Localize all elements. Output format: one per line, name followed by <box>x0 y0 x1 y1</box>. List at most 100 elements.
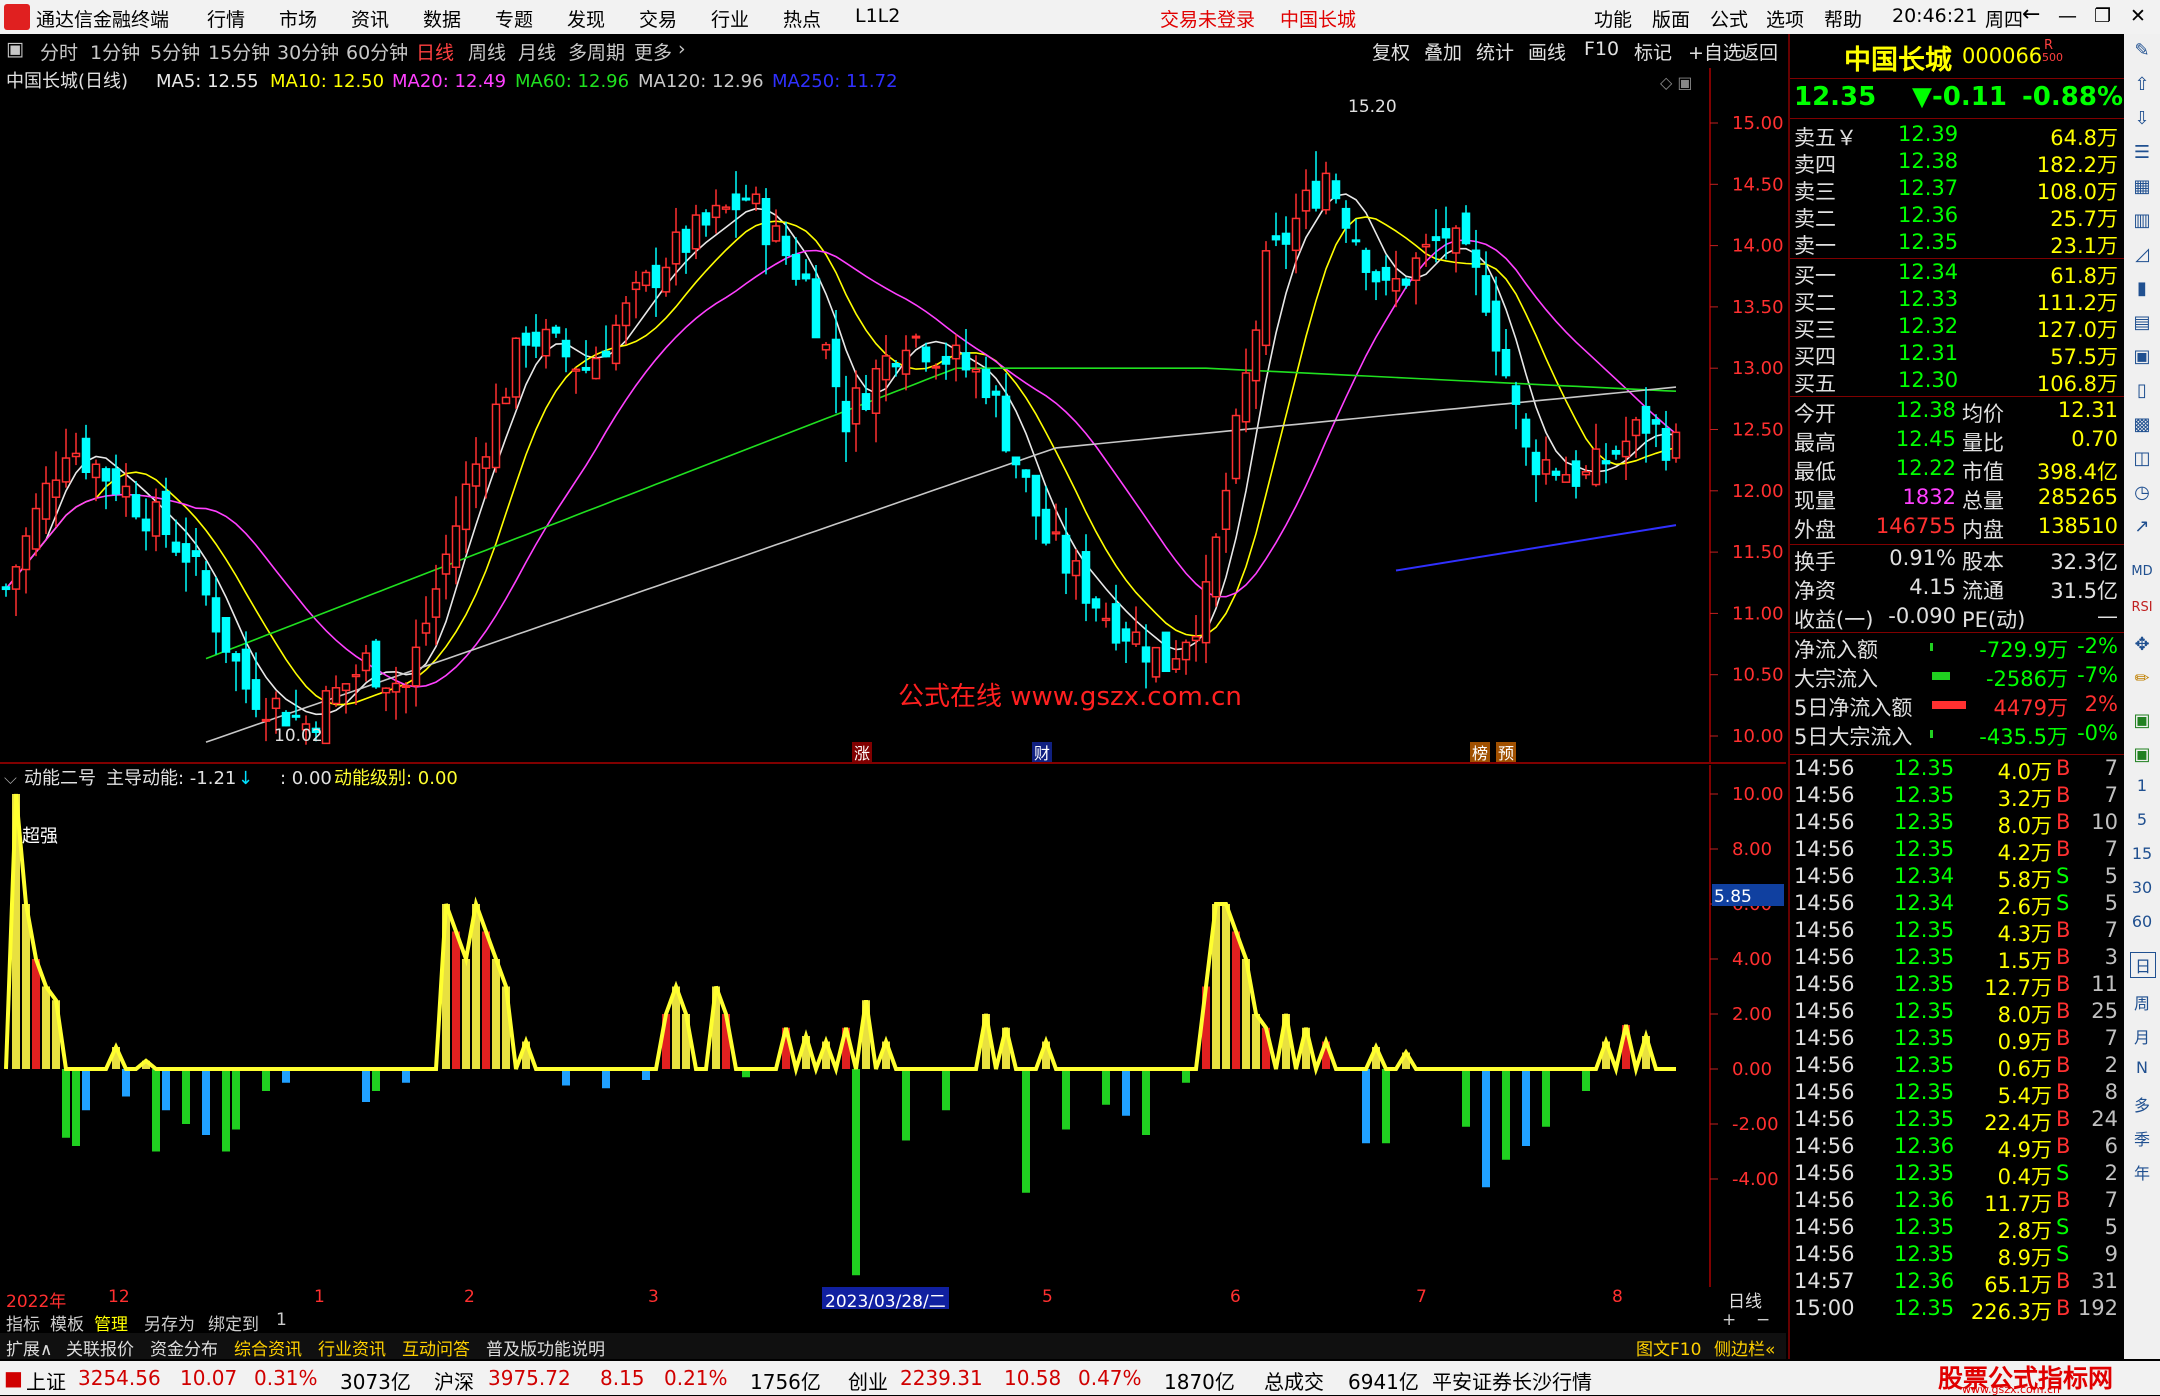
tab-1[interactable]: 1 <box>276 1310 287 1330</box>
period-weekly[interactable]: 周线 <box>468 38 506 65</box>
calc-icon[interactable]: ▩ <box>2130 414 2154 438</box>
back-icon[interactable]: ← <box>2022 2 2040 27</box>
period-year-button[interactable]: 年 <box>2130 1160 2154 1184</box>
f10-icon[interactable]: ▣ <box>2130 346 2154 370</box>
down-icon[interactable]: ⇩ <box>2130 108 2154 132</box>
minimize-icon[interactable]: — <box>2058 5 2077 27</box>
rsi-icon[interactable]: RSI <box>2130 600 2154 624</box>
tool-fuquan[interactable]: 复权 <box>1372 38 1410 65</box>
tab-pujiban[interactable]: 普及版功能说明 <box>486 1335 605 1360</box>
bar-chart-icon[interactable]: ▥ <box>2130 210 2154 234</box>
hs-name[interactable]: 沪深 <box>434 1366 474 1395</box>
menu-redian[interactable]: 热点 <box>783 5 821 32</box>
menu-hangye[interactable]: 行业 <box>711 5 749 32</box>
broker-name[interactable]: 平安证券长沙行情 <box>1432 1366 1592 1395</box>
chevron-right-icon[interactable]: › <box>678 38 686 60</box>
pin-icon[interactable]: ✎ <box>2130 40 2154 64</box>
line-chart-icon[interactable]: ◿ <box>2130 244 2154 268</box>
tool-huaxian[interactable]: 画线 <box>1528 38 1566 65</box>
tool-zixuan[interactable]: +自选 <box>1688 38 1742 65</box>
period-15-button[interactable]: 15 <box>2130 844 2154 868</box>
period-60-button[interactable]: 60 <box>2130 912 2154 936</box>
menu-gongshi[interactable]: 公式 <box>1710 5 1748 32</box>
period-month-button[interactable]: 月 <box>2130 1024 2154 1048</box>
period-multi-button[interactable]: 多 <box>2130 1092 2154 1116</box>
doc-icon[interactable]: ▯ <box>2130 380 2154 404</box>
chart-option-icon[interactable]: ◇ ▣ <box>1660 73 1693 92</box>
zone-icon-2[interactable]: ▣ <box>2130 744 2154 768</box>
tab-zijinfenbu[interactable]: 资金分布 <box>150 1335 218 1360</box>
zone-icon-1[interactable]: ▣ <box>2130 710 2154 734</box>
menu-jiaoyi[interactable]: 交易 <box>639 5 677 32</box>
period-1min[interactable]: 1分钟 <box>90 38 140 65</box>
vol-icon[interactable]: ◫ <box>2130 448 2154 472</box>
grid-icon[interactable]: ▦ <box>2130 176 2154 200</box>
period-multi[interactable]: 多周期 <box>568 38 625 65</box>
period-5-button[interactable]: 5 <box>2130 810 2154 834</box>
menu-zhuanti[interactable]: 专题 <box>495 5 533 32</box>
period-n-button[interactable]: N <box>2130 1058 2154 1082</box>
menu-faxian[interactable]: 发现 <box>567 5 605 32</box>
period-1-button[interactable]: 1 <box>2130 776 2154 800</box>
macd-icon[interactable]: MD <box>2130 564 2154 588</box>
indicator-chart[interactable]: 10.008.006.004.002.000.00-2.00-4.00 ⌵ 动能… <box>0 765 1786 1287</box>
tab-lingcunwei[interactable]: 另存为 <box>144 1310 195 1335</box>
move-icon[interactable]: ✥ <box>2130 634 2154 658</box>
close-icon[interactable]: ✕ <box>2130 5 2146 27</box>
tab-bangdingdao[interactable]: 绑定到 <box>208 1310 259 1335</box>
period-60min[interactable]: 60分钟 <box>346 38 408 65</box>
period-season-button[interactable]: 季 <box>2130 1126 2154 1150</box>
restore-icon[interactable]: ❐ <box>2094 5 2111 27</box>
period-menu-icon[interactable]: ▣ <box>6 38 24 60</box>
period-daily[interactable]: 日线 <box>416 38 454 65</box>
cy-name[interactable]: 创业 <box>848 1366 888 1395</box>
tool-diejia[interactable]: 叠加 <box>1424 38 1462 65</box>
tab-cebianlan[interactable]: 侧边栏« <box>1714 1335 1775 1360</box>
draw-icon[interactable]: ✏ <box>2130 668 2154 692</box>
period-30-button[interactable]: 30 <box>2130 878 2154 902</box>
period-more[interactable]: 更多 <box>634 38 672 65</box>
tab-zhibiao[interactable]: 指标 <box>6 1310 40 1335</box>
menu-shichang[interactable]: 市场 <box>279 5 317 32</box>
table-icon[interactable]: ▤ <box>2130 312 2154 336</box>
period-5min[interactable]: 5分钟 <box>150 38 200 65</box>
tab-guanli[interactable]: 管理 <box>94 1310 128 1335</box>
up-icon[interactable]: ⇧ <box>2130 74 2154 98</box>
tool-f10[interactable]: F10 <box>1584 38 1619 60</box>
menu-hangqing[interactable]: 行情 <box>207 5 245 32</box>
tab-hangyezixun[interactable]: 行业资讯 <box>318 1335 386 1360</box>
clock-icon[interactable]: ◷ <box>2130 482 2154 506</box>
tab-hudongwenda[interactable]: 互动问答 <box>402 1335 470 1360</box>
tool-tongji[interactable]: 统计 <box>1476 38 1514 65</box>
trend-icon[interactable]: ↗ <box>2130 516 2154 540</box>
period-fenshi[interactable]: 分时 <box>40 38 78 65</box>
period-day-button[interactable]: 日 <box>2130 952 2156 978</box>
zoom-out-icon[interactable]: − <box>1756 1310 1770 1330</box>
indicator-name[interactable]: 动能二号 <box>24 768 96 789</box>
menu-zixun[interactable]: 资讯 <box>351 5 389 32</box>
period-week-button[interactable]: 周 <box>2130 990 2154 1014</box>
menu-banmian[interactable]: 版面 <box>1652 5 1690 32</box>
price-chart[interactable]: 15.00 14.50 14.00 13.50 13.00 12.50 12.00 11.50… <box>0 68 1786 764</box>
tab-moban[interactable]: 模板 <box>50 1310 84 1335</box>
menu-gongneng[interactable]: 功能 <box>1594 5 1632 32</box>
tab-kuozhan[interactable]: 扩展∧ <box>6 1335 52 1360</box>
indicator-menu-icon[interactable]: ⌵ <box>4 769 17 789</box>
zoom-in-icon[interactable]: + <box>1722 1310 1736 1330</box>
candle-icon[interactable]: ▮ <box>2130 278 2154 302</box>
tool-fanhui[interactable]: 返回 <box>1740 38 1778 65</box>
menu-xuanxiang[interactable]: 选项 <box>1766 5 1804 32</box>
tab-tuwen-f10[interactable]: 图文F10 <box>1636 1335 1701 1360</box>
menu-bangzhu[interactable]: 帮助 <box>1824 5 1862 32</box>
menu-l1l2[interactable]: L1L2 <box>855 5 900 27</box>
list-icon[interactable]: ☰ <box>2130 142 2154 166</box>
sh-name[interactable]: 上证 <box>26 1366 66 1395</box>
tab-guanlianbaojia[interactable]: 关联报价 <box>66 1335 134 1360</box>
tool-biaoji[interactable]: 标记 <box>1634 38 1672 65</box>
period-monthly[interactable]: 月线 <box>518 38 556 65</box>
period-30min[interactable]: 30分钟 <box>277 38 339 65</box>
login-status[interactable]: 交易未登录 <box>1160 5 1255 32</box>
period-15min[interactable]: 15分钟 <box>208 38 270 65</box>
menu-shuju[interactable]: 数据 <box>423 5 461 32</box>
tab-zonghezixun[interactable]: 综合资讯 <box>234 1335 302 1360</box>
